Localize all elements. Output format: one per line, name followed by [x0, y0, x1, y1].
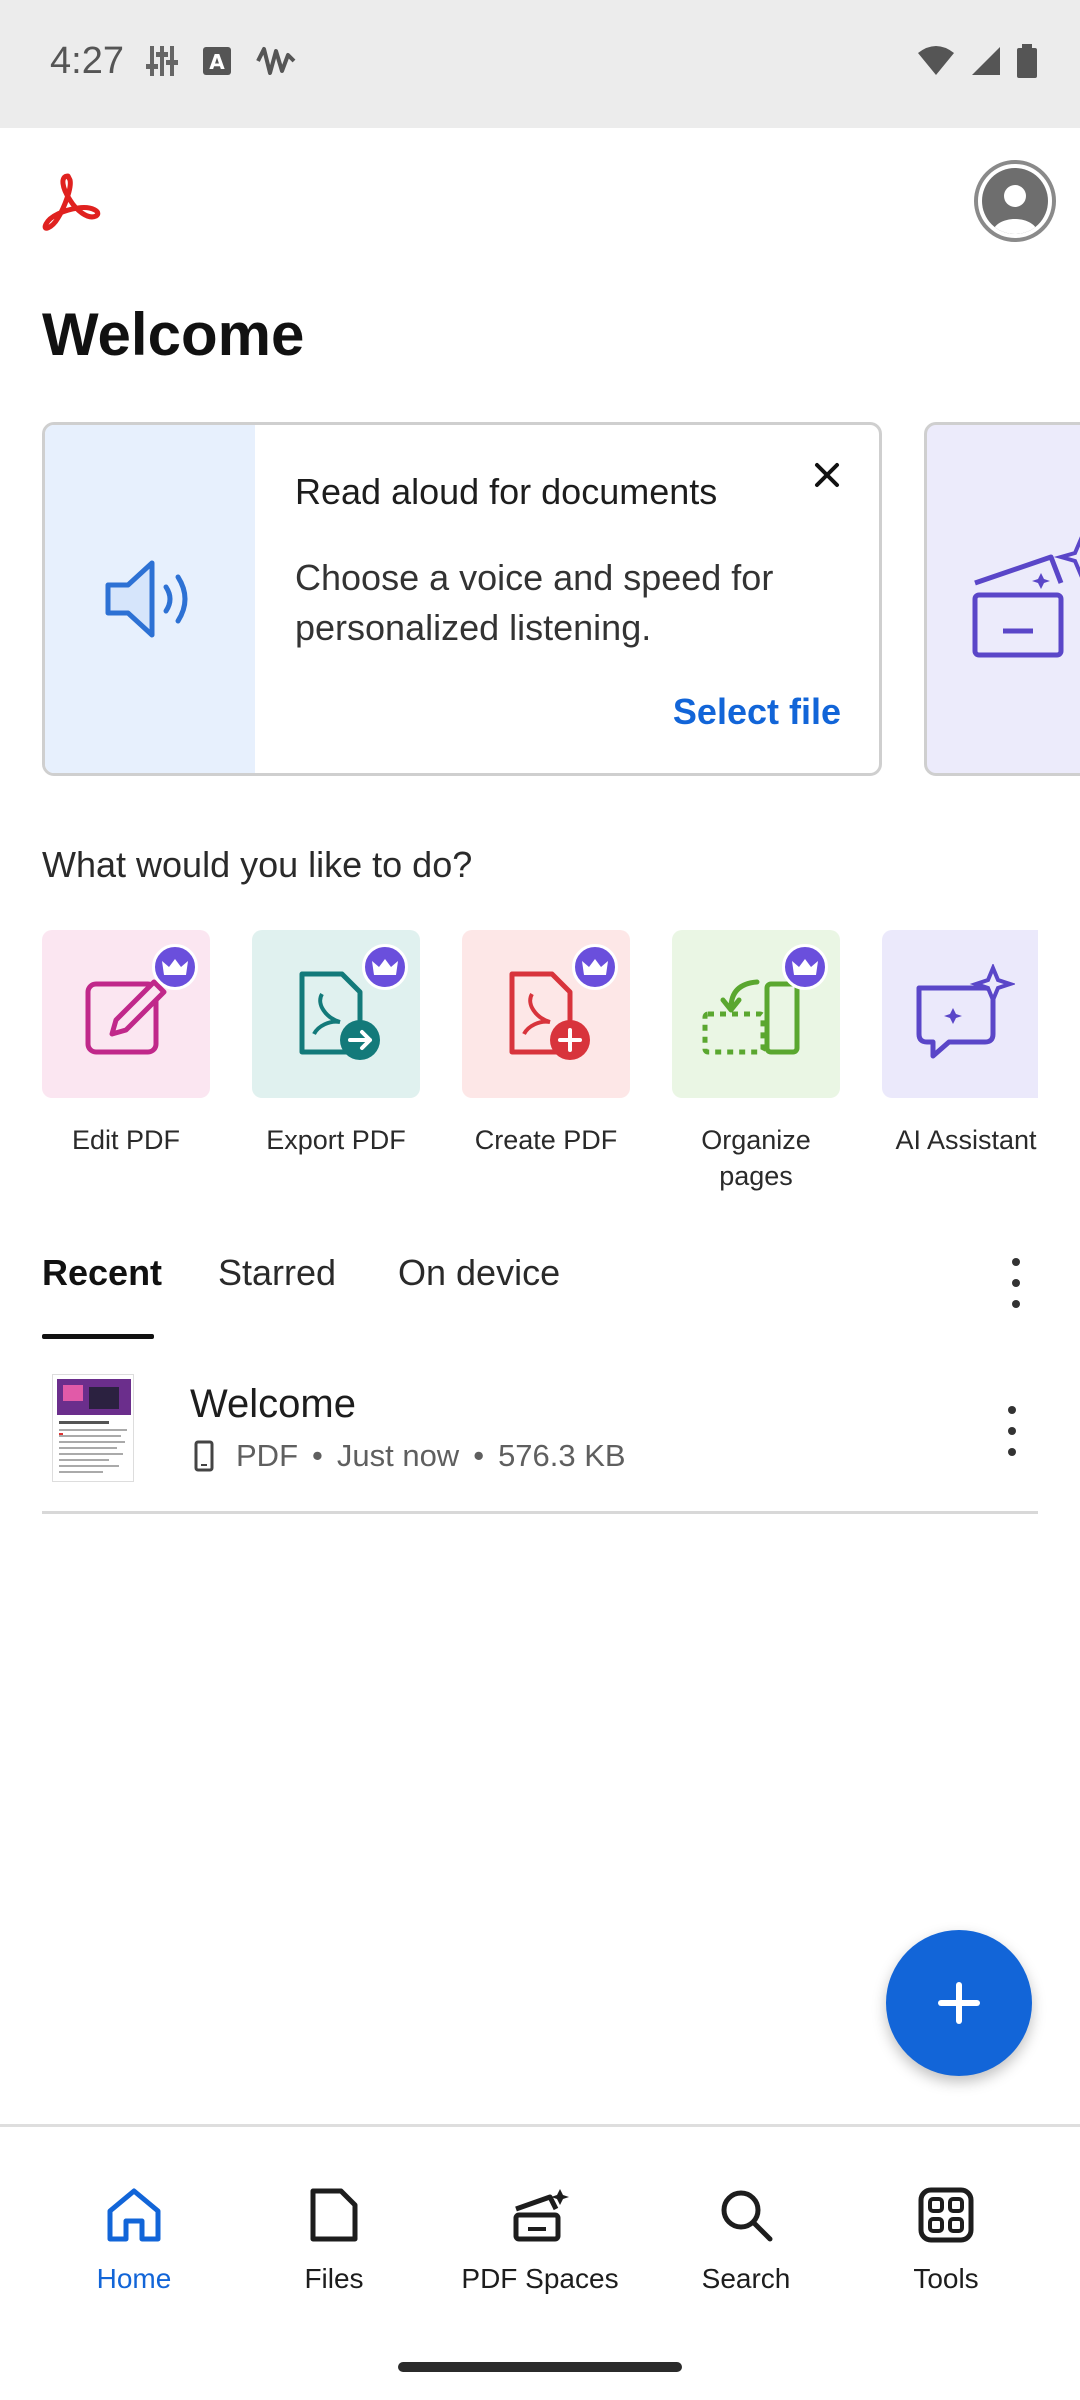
close-icon — [815, 463, 839, 487]
nav-label: PDF Spaces — [461, 2263, 619, 2294]
status-time: 4:27 — [50, 40, 124, 82]
crown-icon — [372, 959, 398, 975]
nav-label: Search — [701, 2263, 791, 2294]
page-title: Welcome — [42, 301, 305, 368]
crown-icon — [162, 959, 188, 975]
quick-action-label: Export PDF — [266, 1125, 406, 1155]
premium-badge — [572, 944, 618, 990]
tab-starred[interactable]: Starred — [218, 1252, 336, 1294]
file-more-button[interactable] — [992, 1406, 1032, 1456]
file-thumbnail — [52, 1374, 134, 1482]
next-promo-card[interactable] — [924, 422, 1080, 776]
phone-device-icon — [194, 1440, 214, 1472]
status-icons-left: A — [146, 44, 296, 78]
premium-badge — [362, 944, 408, 990]
quick-action-ai-assistant[interactable]: AI Assistant — [882, 930, 1042, 1158]
edit-pdf-tile[interactable] — [42, 930, 210, 1098]
create-pdf-tile[interactable] — [462, 930, 630, 1098]
promo-description: Choose a voice and speed for personalize… — [295, 557, 774, 648]
gift-box-icon — [972, 536, 1080, 658]
speaker-icon — [105, 560, 188, 638]
profile-button[interactable] — [974, 160, 1056, 242]
cell-signal-icon — [972, 47, 1000, 75]
status-icons-right — [916, 44, 1038, 78]
ai-assistant-tile[interactable] — [882, 930, 1038, 1098]
wifi-icon — [918, 46, 954, 75]
quick-action-edit-pdf[interactable]: Edit PDF — [42, 930, 212, 1158]
bottom-navigation: Home Files PDF Spaces Search Tools — [0, 2124, 1080, 2400]
file-type: PDF — [236, 1438, 298, 1473]
promo-title: Read aloud for documents — [295, 471, 718, 512]
nav-label: Home — [96, 2263, 172, 2294]
premium-badge — [152, 944, 198, 990]
file-meta: PDF • Just now • 576.3 KB — [194, 1438, 626, 1474]
nav-files[interactable]: Files — [234, 2187, 434, 2295]
home-indicator[interactable] — [398, 2362, 682, 2372]
quick-action-label: Organize pages — [701, 1125, 811, 1191]
nav-label: Files — [304, 2263, 364, 2294]
crown-icon — [582, 959, 608, 975]
tabs-more-button[interactable] — [996, 1258, 1036, 1308]
quick-action-label: Edit PDF — [71, 1125, 181, 1155]
more-dot — [1008, 1427, 1016, 1435]
nav-pdf-spaces[interactable]: PDF Spaces — [440, 2187, 640, 2295]
text-a-icon: A — [203, 47, 231, 75]
tab-recent[interactable]: Recent — [42, 1252, 162, 1294]
close-promo-button[interactable] — [805, 453, 849, 497]
meta-separator: • — [473, 1438, 485, 1473]
status-bar: 4:27 A — [0, 0, 1080, 128]
files-icon — [310, 2188, 358, 2242]
file-size: 576.3 KB — [498, 1438, 626, 1473]
pdf-spaces-icon — [513, 2189, 569, 2242]
more-dot — [1008, 1448, 1016, 1456]
select-file-button[interactable]: Select file — [673, 691, 841, 733]
top-bar — [0, 128, 1080, 278]
quick-action-create-pdf[interactable]: Create PDF — [462, 930, 632, 1158]
meta-separator: • — [312, 1438, 323, 1473]
quick-actions-heading: What would you like to do? — [42, 844, 473, 885]
promo-illustration — [45, 425, 255, 773]
crown-icon — [792, 959, 818, 975]
home-icon — [107, 2188, 161, 2242]
person-icon — [992, 185, 1038, 234]
waveform-icon — [256, 47, 296, 75]
nav-search[interactable]: Search — [646, 2187, 846, 2295]
organize-pages-tile[interactable] — [672, 930, 840, 1098]
more-vertical-icon — [1008, 1406, 1016, 1414]
nav-tools[interactable]: Tools — [846, 2187, 1046, 2295]
file-name: Welcome — [190, 1382, 356, 1426]
file-list-item[interactable]: Welcome PDF • Just now • 576.3 KB — [42, 1360, 1038, 1514]
search-icon — [721, 2190, 773, 2242]
more-vertical-icon — [1012, 1258, 1020, 1266]
file-tabs: Recent Starred On device — [0, 1240, 1080, 1340]
quick-action-organize-pages[interactable]: Organize pages — [672, 930, 842, 1194]
plus-icon — [938, 1982, 980, 2024]
premium-badge — [782, 944, 828, 990]
more-dot — [1012, 1300, 1020, 1308]
quick-action-label: Create PDF — [474, 1125, 618, 1155]
add-button[interactable] — [886, 1930, 1032, 2076]
export-pdf-tile[interactable] — [252, 930, 420, 1098]
active-tab-indicator — [42, 1334, 154, 1339]
nav-label: Tools — [913, 2263, 979, 2294]
read-aloud-promo-card[interactable]: Read aloud for documents Choose a voice … — [42, 422, 882, 776]
quick-actions: Edit PDF Export PDF Create PDF Organize … — [42, 930, 1042, 1200]
battery-icon — [1017, 44, 1037, 78]
svg-text:A: A — [209, 50, 225, 74]
avatar — [982, 168, 1048, 234]
document-preview-icon — [57, 1379, 131, 1473]
ai-assistant-icon — [916, 964, 1015, 1059]
quick-action-export-pdf[interactable]: Export PDF — [252, 930, 422, 1158]
acrobat-logo-icon — [42, 173, 101, 231]
quick-action-label: AI Assistant — [895, 1125, 1037, 1155]
file-modified: Just now — [336, 1438, 460, 1473]
nav-home[interactable]: Home — [34, 2187, 234, 2295]
equalizer-icon — [146, 46, 178, 76]
more-dot — [1012, 1279, 1020, 1287]
tab-on-device[interactable]: On device — [398, 1252, 560, 1294]
tools-icon — [918, 2187, 974, 2243]
